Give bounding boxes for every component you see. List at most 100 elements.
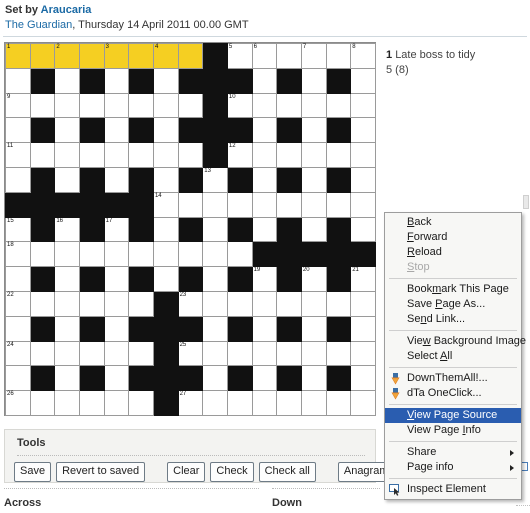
grid-cell[interactable] (202, 290, 228, 317)
grid-cell[interactable] (78, 43, 105, 69)
grid-cell[interactable] (350, 191, 376, 218)
grid-cell[interactable] (54, 340, 80, 367)
grid-cell[interactable] (103, 315, 130, 342)
menu-item-reload[interactable]: Reload (385, 245, 521, 260)
grid-cell[interactable]: 5 (226, 43, 253, 69)
grid-cell[interactable] (152, 216, 179, 243)
grid-cell[interactable] (78, 290, 105, 317)
grid-cell[interactable] (350, 142, 376, 168)
grid-cell[interactable] (54, 241, 80, 268)
menu-item-view-background-image[interactable]: View Background Image (385, 334, 526, 349)
grid-cell[interactable] (54, 390, 80, 416)
grid-cell[interactable] (5, 67, 31, 94)
grid-cell[interactable] (103, 266, 130, 292)
grid-cell[interactable] (5, 117, 31, 144)
grid-cell[interactable] (128, 241, 154, 268)
grid-cell[interactable] (300, 365, 327, 392)
scrollbar-artifact[interactable] (523, 195, 529, 209)
grid-cell[interactable] (226, 340, 253, 367)
grid-cell[interactable] (54, 290, 80, 317)
grid-cell[interactable] (78, 340, 105, 367)
grid-cell[interactable] (325, 43, 352, 69)
grid-cell[interactable] (177, 191, 204, 218)
grid-cell[interactable] (300, 390, 327, 416)
grid-cell[interactable] (152, 142, 179, 168)
grid-cell[interactable]: 20 (300, 266, 327, 292)
grid-cell[interactable] (103, 290, 130, 317)
grid-cell[interactable]: 27 (177, 390, 204, 416)
grid-cell[interactable] (251, 365, 278, 392)
clear-button[interactable]: Clear (167, 462, 206, 482)
publication-link[interactable]: The Guardian (5, 19, 72, 31)
grid-cell[interactable] (226, 191, 253, 218)
grid-cell[interactable] (350, 365, 376, 392)
grid-cell[interactable]: 25 (177, 340, 204, 367)
grid-cell[interactable]: 9 (5, 92, 31, 119)
grid-cell[interactable] (350, 117, 376, 144)
grid-cell[interactable] (226, 241, 253, 268)
grid-cell[interactable] (325, 92, 352, 119)
grid-cell[interactable] (54, 166, 80, 193)
grid-cell[interactable] (251, 340, 278, 367)
grid-cell[interactable] (350, 67, 376, 94)
grid-cell[interactable] (152, 67, 179, 94)
grid-cell[interactable] (177, 43, 204, 69)
grid-cell[interactable] (152, 166, 179, 193)
grid-cell[interactable] (276, 290, 302, 317)
grid-cell[interactable] (300, 216, 327, 243)
grid-cell[interactable] (251, 142, 278, 168)
menu-item-view-page-source[interactable]: View Page Source (385, 408, 521, 423)
grid-cell[interactable] (78, 92, 105, 119)
grid-cell[interactable]: 7 (300, 43, 327, 69)
grid-cell[interactable] (29, 241, 56, 268)
grid-cell[interactable] (103, 117, 130, 144)
menu-item-send-link[interactable]: Send Link... (385, 312, 521, 327)
grid-cell[interactable] (202, 266, 228, 292)
grid-cell[interactable]: 12 (226, 142, 253, 168)
grid-cell[interactable] (300, 290, 327, 317)
grid-cell[interactable] (251, 92, 278, 119)
menu-item-inspect-element[interactable]: Inspect Element (385, 482, 521, 497)
revert-to-saved-button[interactable]: Revert to saved (56, 462, 146, 482)
grid-cell[interactable] (128, 340, 154, 367)
menu-item-back[interactable]: Back (385, 215, 521, 230)
grid-cell[interactable] (177, 142, 204, 168)
grid-cell[interactable] (300, 340, 327, 367)
grid-cell[interactable]: 22 (5, 290, 31, 317)
grid-cell[interactable] (5, 266, 31, 292)
grid-cell[interactable] (202, 340, 228, 367)
grid-cell[interactable] (152, 117, 179, 144)
grid-cell[interactable] (54, 67, 80, 94)
grid-cell[interactable] (177, 92, 204, 119)
grid-cell[interactable] (103, 241, 130, 268)
grid-cell[interactable]: 11 (5, 142, 31, 168)
grid-cell[interactable]: 26 (5, 390, 31, 416)
grid-cell[interactable] (350, 92, 376, 119)
grid-cell[interactable] (300, 191, 327, 218)
grid-cell[interactable]: 17 (103, 216, 130, 243)
grid-cell[interactable] (29, 390, 56, 416)
grid-cell[interactable] (103, 340, 130, 367)
grid-cell[interactable] (251, 117, 278, 144)
grid-cell[interactable] (300, 92, 327, 119)
grid-cell[interactable] (202, 241, 228, 268)
grid-cell[interactable] (350, 340, 376, 367)
menu-item-save-page-as[interactable]: Save Page As... (385, 297, 521, 312)
grid-cell[interactable] (29, 142, 56, 168)
grid-cell[interactable]: 16 (54, 216, 80, 243)
menu-item-dta-oneclick[interactable]: dTa OneClick... (385, 386, 521, 401)
crossword-grid-table[interactable]: 1 2 3 4 5 6 7 8 9 10 11 12 13 14 15 16 17 18 19 20 21 22 23 24 2… (5, 43, 376, 416)
grid-cell[interactable] (202, 216, 228, 243)
grid-cell[interactable] (226, 290, 253, 317)
grid-cell[interactable] (54, 365, 80, 392)
grid-cell[interactable] (152, 92, 179, 119)
grid-cell[interactable] (103, 92, 130, 119)
grid-cell[interactable] (29, 92, 56, 119)
grid-cell[interactable] (251, 315, 278, 342)
grid-cell[interactable] (54, 266, 80, 292)
grid-cell[interactable] (325, 390, 352, 416)
grid-cell[interactable] (152, 241, 179, 268)
grid-cell[interactable]: 2 (54, 43, 80, 69)
grid-cell[interactable] (251, 216, 278, 243)
grid-cell[interactable] (325, 142, 352, 168)
